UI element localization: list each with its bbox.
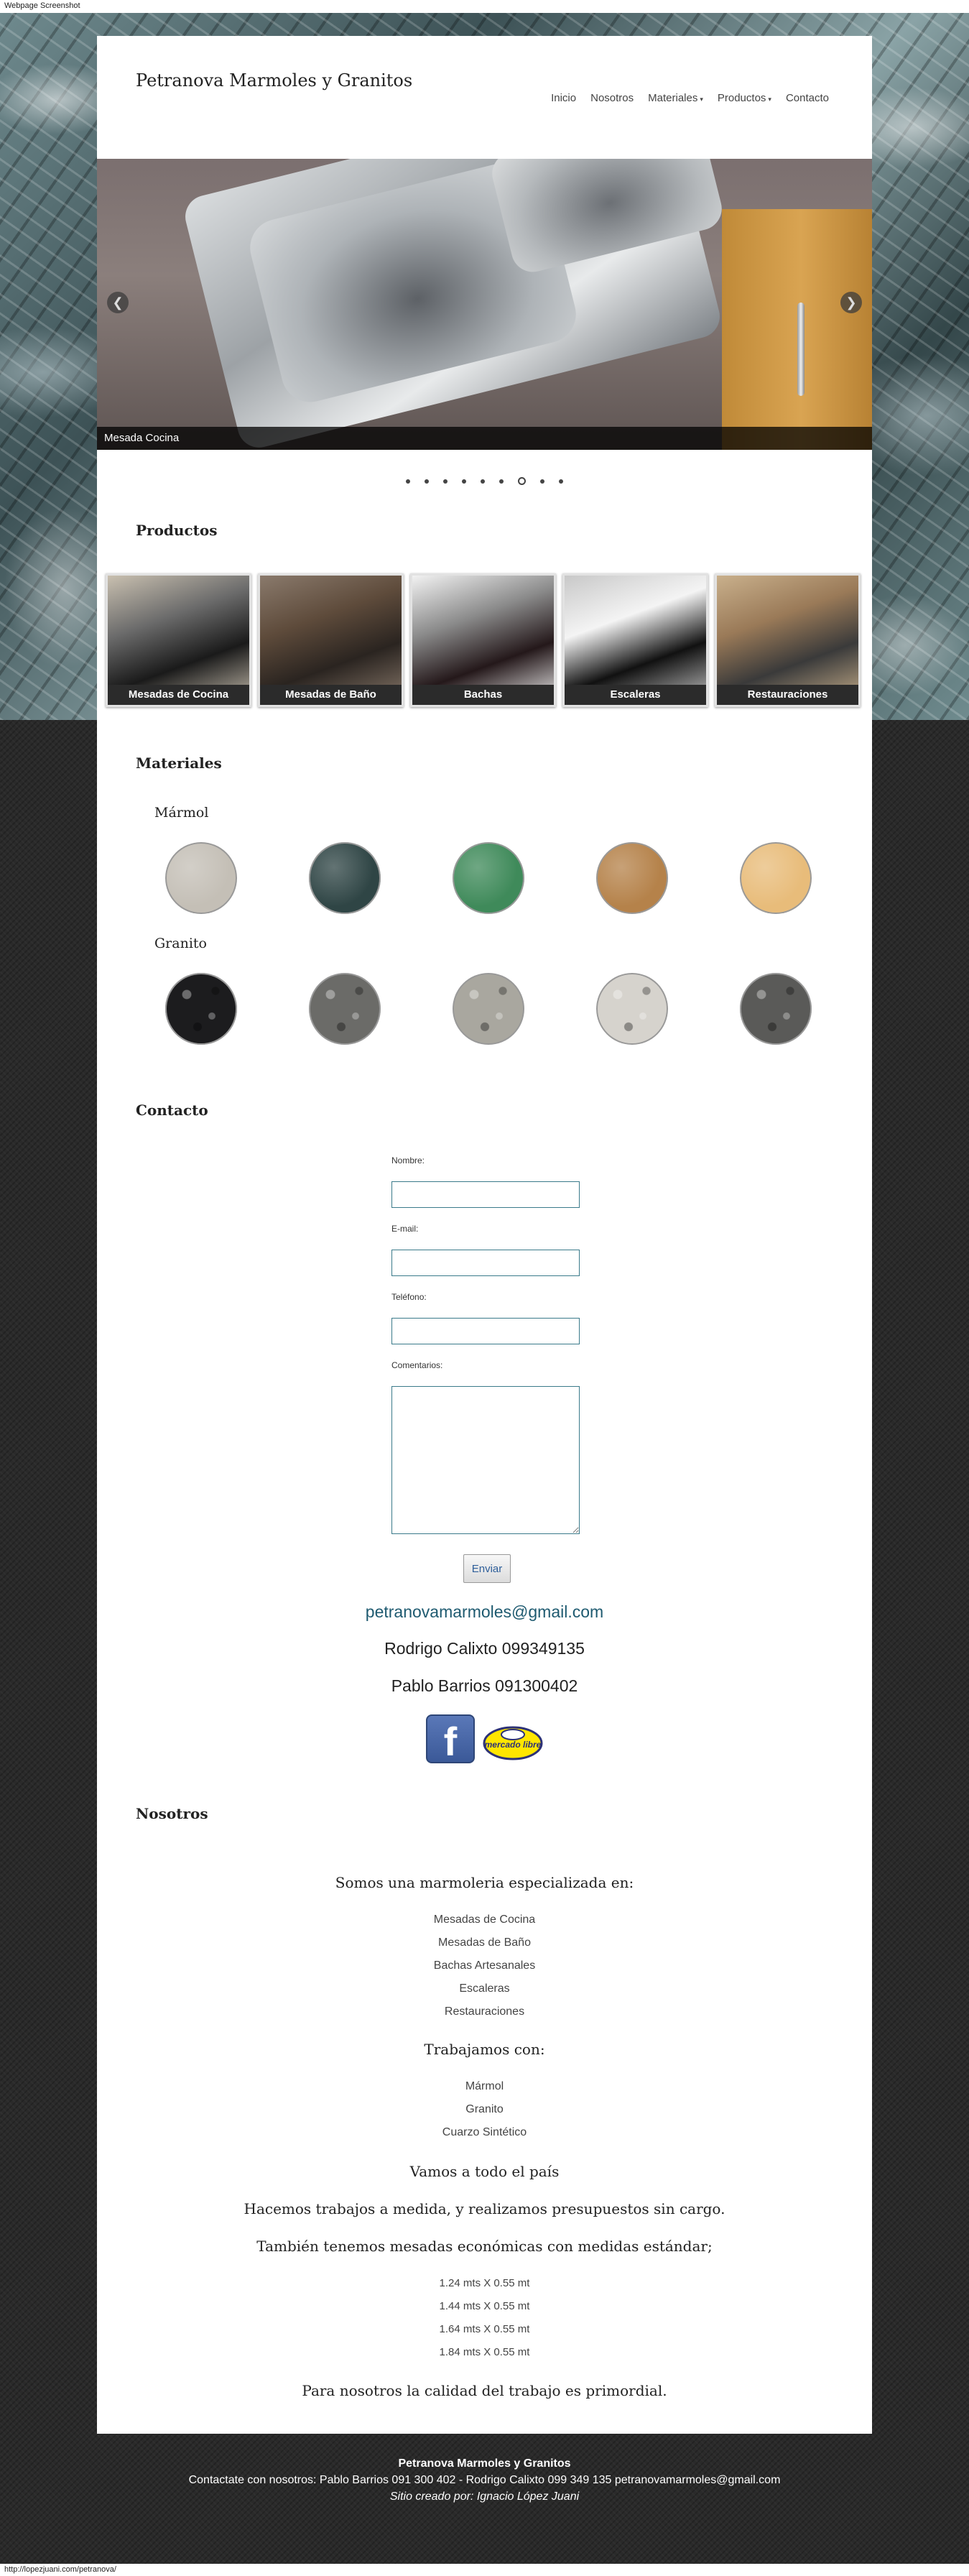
mercadolibre-wordmark: mercado libre [485, 1740, 542, 1750]
nav-item-nosotros[interactable]: Nosotros [590, 92, 634, 104]
product-card-escaleras[interactable]: Escaleras [562, 573, 708, 707]
slider-dot[interactable] [559, 479, 563, 484]
trabajamos-title: Trabajamos con: [424, 2041, 545, 2058]
material-subheading-marmol: Mármol [154, 805, 209, 821]
especialidad-item: Escaleras [459, 1982, 510, 1995]
facebook-icon[interactable]: f [426, 1714, 475, 1763]
main-nav: Inicio Nosotros Materiales ▾ Productos ▾ C… [551, 92, 829, 104]
page-container: Petranova Marmoles y Granitos Inicio Nos… [97, 36, 872, 2434]
nosotros-medida: Hacemos trabajos a medida, y realizamos … [244, 2200, 725, 2217]
label-nombre: Nombre: [391, 1155, 425, 1165]
comentarios-textarea[interactable] [391, 1386, 580, 1534]
slider-dot[interactable] [462, 479, 466, 484]
swatch-marmol-2[interactable] [309, 842, 381, 914]
contact-phone-pablo: Pablo Barrios 091300402 [391, 1676, 578, 1695]
swatch-granito-2[interactable] [309, 973, 381, 1045]
slider-next-arrow-icon[interactable]: ❯ [840, 292, 862, 313]
capture-url: http://lopezjuani.com/petranova/ [0, 2564, 969, 2576]
swatch-marmol-1[interactable] [165, 842, 237, 914]
swatch-granito-1[interactable] [165, 973, 237, 1045]
label-telefono: Teléfono: [391, 1292, 427, 1302]
nav-item-contacto[interactable]: Contacto [786, 92, 829, 104]
product-card-bachas[interactable]: Bachas [410, 573, 556, 707]
telefono-input[interactable] [391, 1318, 580, 1344]
swatch-granito-5[interactable] [740, 973, 812, 1045]
slider-dot[interactable] [443, 479, 448, 484]
slide-caption: Mesada Cocina [97, 427, 872, 450]
granito-swatch-row [165, 973, 812, 1045]
especialidad-item: Mesadas de Baño [438, 1936, 531, 1949]
chevron-down-icon: ▾ [768, 96, 771, 103]
swatch-granito-3[interactable] [453, 973, 524, 1045]
nombre-input[interactable] [391, 1181, 580, 1208]
site-footer: Petranova Marmoles y Granitos Contactate… [0, 2457, 969, 2503]
email-input[interactable] [391, 1250, 580, 1276]
label-comentarios: Comentarios: [391, 1360, 443, 1370]
material-item: Cuarzo Sintético [442, 2126, 527, 2138]
section-heading-nosotros: Nosotros [136, 1805, 208, 1822]
chevron-down-icon: ▾ [700, 96, 703, 103]
product-label: Mesadas de Cocina [108, 685, 249, 705]
slider-dot[interactable] [499, 479, 504, 484]
section-heading-materiales: Materiales [136, 754, 222, 772]
site-title[interactable]: Petranova Marmoles y Granitos [136, 70, 412, 91]
especialidad-item: Mesadas de Cocina [433, 1913, 536, 1926]
nosotros-pais: Vamos a todo el país [409, 2163, 560, 2180]
slider-dot[interactable] [540, 479, 544, 484]
nav-label-materiales: Materiales [648, 92, 698, 104]
product-label: Escaleras [565, 685, 706, 705]
contact-phone-rodrigo: Rodrigo Calixto 099349135 [384, 1639, 585, 1658]
nav-item-productos[interactable]: Productos ▾ [718, 92, 771, 104]
medida-item: 1.64 mts X 0.55 mt [439, 2323, 530, 2335]
product-card-mesadas-cocina[interactable]: Mesadas de Cocina [106, 573, 251, 707]
nav-item-materiales[interactable]: Materiales ▾ [648, 92, 703, 104]
footer-credit-prefix: Sitio creado por: [389, 2490, 477, 2503]
contact-email-link[interactable]: petranovamarmoles@gmail.com [97, 1602, 872, 1622]
product-label: Restauraciones [717, 685, 858, 705]
material-item: Mármol [465, 2080, 504, 2092]
mercadolibre-icon[interactable]: mercado libre [480, 1725, 546, 1762]
marmol-swatch-row [165, 842, 812, 914]
nosotros-intro: Somos una marmoleria especializada en: [335, 1874, 634, 1891]
label-email: E-mail: [391, 1224, 419, 1234]
especialidad-item: Bachas Artesanales [433, 1959, 536, 1972]
section-heading-contacto: Contacto [136, 1102, 208, 1119]
slider-dot[interactable] [425, 479, 429, 484]
slider-pagination [97, 475, 872, 488]
swatch-marmol-4[interactable] [596, 842, 668, 914]
slider-dot[interactable] [518, 477, 526, 486]
nosotros-calidad: Para nosotros la calidad del trabajo es … [302, 2382, 667, 2399]
nav-item-inicio[interactable]: Inicio [551, 92, 576, 104]
product-label: Bachas [412, 685, 554, 705]
nav-label-productos: Productos [717, 92, 766, 104]
especialidad-item: Restauraciones [444, 2005, 525, 2018]
slider-dot[interactable] [406, 479, 410, 484]
slide-image-handle [797, 303, 805, 396]
medida-item: 1.84 mts X 0.55 mt [439, 2346, 530, 2358]
footer-credit: Sitio creado por: Ignacio López Juani [0, 2490, 969, 2503]
product-label: Mesadas de Baño [260, 685, 402, 705]
material-item: Granito [465, 2103, 504, 2115]
slider-prev-arrow-icon[interactable]: ❮ [107, 292, 129, 313]
footer-credit-link[interactable]: Ignacio López Juani [477, 2490, 579, 2503]
product-card-mesadas-bano[interactable]: Mesadas de Baño [258, 573, 404, 707]
material-subheading-granito: Granito [154, 936, 207, 951]
medida-item: 1.24 mts X 0.55 mt [439, 2277, 530, 2289]
capture-header: Webpage Screenshot [0, 0, 969, 13]
section-heading-productos: Productos [136, 522, 218, 539]
slider-dot[interactable] [481, 479, 485, 484]
productos-grid: Mesadas de Cocina Mesadas de Baño Bachas… [106, 573, 863, 707]
swatch-granito-4[interactable] [596, 973, 668, 1045]
swatch-marmol-5[interactable] [740, 842, 812, 914]
footer-title: Petranova Marmoles y Granitos [398, 2457, 571, 2470]
product-card-restauraciones[interactable]: Restauraciones [715, 573, 861, 707]
swatch-marmol-3[interactable] [453, 842, 524, 914]
image-slider[interactable]: ❮ ❯ Mesada Cocina [97, 159, 872, 450]
nosotros-estandar: También tenemos mesadas económicas con m… [256, 2238, 713, 2255]
footer-contact: Contactate con nosotros: Pablo Barrios 0… [188, 2474, 781, 2486]
medida-item: 1.44 mts X 0.55 mt [439, 2300, 530, 2312]
send-button[interactable]: Enviar [463, 1554, 511, 1583]
